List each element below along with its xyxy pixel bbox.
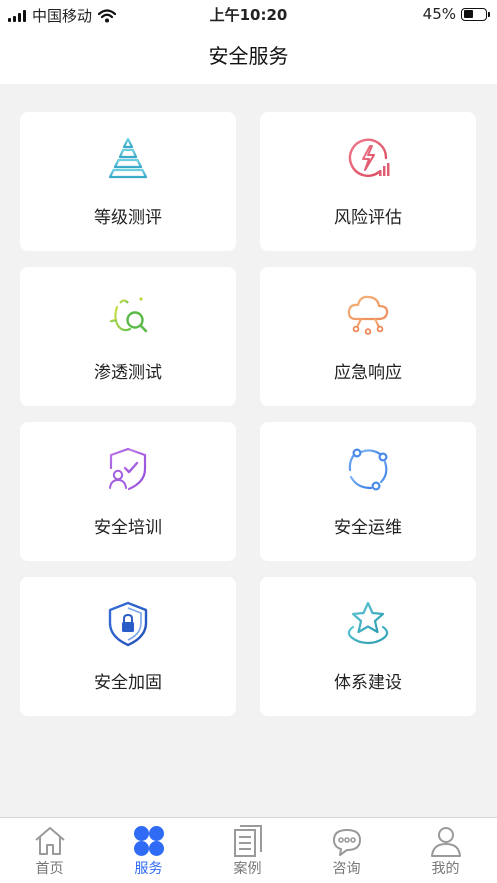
- service-card-level-assessment[interactable]: 等级测评: [20, 112, 236, 251]
- shield-lock-icon: [108, 601, 148, 647]
- service-card-security-hardening[interactable]: 安全加固: [20, 577, 236, 716]
- service-label: 等级测评: [94, 208, 162, 228]
- tab-label: 首页: [35, 861, 64, 877]
- service-label: 渗透测试: [94, 363, 162, 383]
- service-card-system-construction[interactable]: 体系建设: [260, 577, 476, 716]
- service-card-emergency-response[interactable]: 应急响应: [260, 267, 476, 406]
- grid-icon: [133, 826, 164, 856]
- tab-label: 咨询: [332, 861, 361, 877]
- service-label: 风险评估: [334, 208, 402, 228]
- risk-chart-icon: [348, 138, 390, 177]
- nav-bar: 安全服务: [0, 28, 497, 84]
- tab-mine[interactable]: 我的: [396, 818, 495, 883]
- bug-search-icon: [109, 297, 148, 333]
- star-platform-icon: [347, 601, 389, 645]
- pyramid-icon: [108, 137, 148, 179]
- service-label: 安全加固: [94, 673, 162, 693]
- service-label: 安全培训: [94, 518, 162, 538]
- service-card-risk-assessment[interactable]: 风险评估: [260, 112, 476, 251]
- battery-percent: 45%: [422, 5, 456, 23]
- service-label: 体系建设: [334, 673, 402, 693]
- tab-label: 服务: [134, 861, 163, 877]
- shield-user-icon: [109, 447, 147, 491]
- service-label: 应急响应: [334, 363, 402, 383]
- service-label: 安全运维: [334, 518, 402, 538]
- cases-icon: [233, 825, 262, 857]
- status-bar: 中国移动 上午10:20 45%: [0, 0, 497, 28]
- cycle-nodes-icon: [348, 448, 388, 491]
- chat-icon: [332, 829, 361, 856]
- tab-services[interactable]: 服务: [99, 818, 198, 883]
- service-card-security-training[interactable]: 安全培训: [20, 422, 236, 561]
- home-icon: [34, 827, 65, 855]
- battery-icon: [461, 7, 490, 21]
- service-card-penetration-test[interactable]: 渗透测试: [20, 267, 236, 406]
- tab-bar: 首页 服务 案例 咨询 我的: [0, 817, 497, 883]
- tab-cases[interactable]: 案例: [198, 818, 297, 883]
- service-card-security-operations[interactable]: 安全运维: [260, 422, 476, 561]
- page-title: 安全服务: [208, 44, 289, 68]
- tab-consult[interactable]: 咨询: [297, 818, 396, 883]
- tab-label: 案例: [233, 861, 262, 877]
- tab-label: 我的: [431, 861, 460, 877]
- user-icon: [430, 827, 461, 857]
- cloud-network-icon: [347, 295, 389, 335]
- tab-home[interactable]: 首页: [0, 818, 99, 883]
